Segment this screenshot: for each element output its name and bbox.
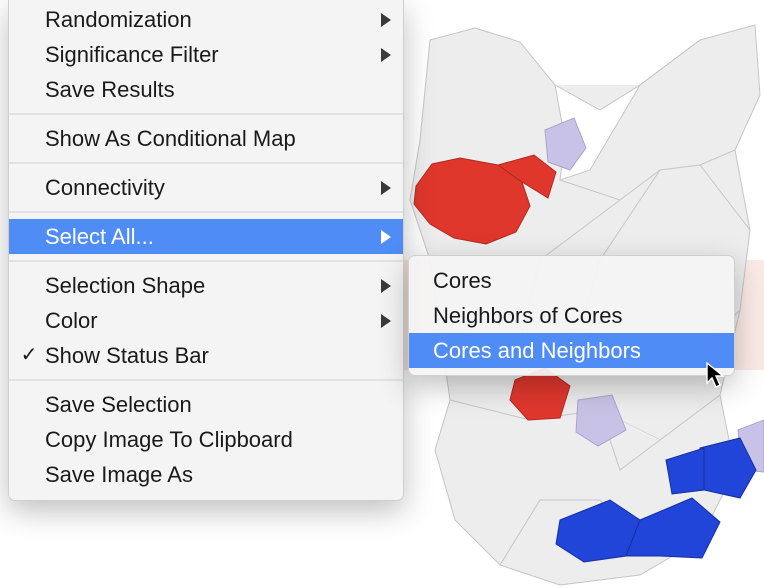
- menu-item-label: Cores: [433, 268, 492, 293]
- menu-item-significance-filter[interactable]: Significance Filter: [9, 37, 403, 72]
- menu-item-label: Copy Image To Clipboard: [45, 427, 293, 452]
- menu-item-label: Select All...: [45, 224, 154, 249]
- menu-separator: [9, 113, 403, 115]
- submenu-item-cores-and-neighbors[interactable]: Cores and Neighbors: [409, 333, 734, 368]
- menu-item-label: Show As Conditional Map: [45, 126, 296, 151]
- menu-item-label: Randomization: [45, 7, 192, 32]
- menu-separator: [9, 260, 403, 262]
- submenu-arrow-icon: [381, 181, 391, 195]
- submenu-item-cores[interactable]: Cores: [409, 263, 734, 298]
- select-all-submenu: Cores Neighbors of Cores Cores and Neigh…: [408, 255, 735, 376]
- check-icon: ✓: [19, 338, 39, 373]
- menu-item-label: Show Status Bar: [45, 343, 209, 368]
- menu-item-show-status-bar[interactable]: ✓ Show Status Bar: [9, 338, 403, 373]
- menu-item-randomization[interactable]: Randomization: [9, 2, 403, 37]
- submenu-arrow-icon: [381, 13, 391, 27]
- submenu-arrow-icon: [381, 48, 391, 62]
- menu-item-save-results[interactable]: Save Results: [9, 72, 403, 107]
- menu-item-label: Significance Filter: [45, 42, 219, 67]
- menu-item-show-conditional-map[interactable]: Show As Conditional Map: [9, 121, 403, 156]
- menu-separator: [9, 379, 403, 381]
- submenu-arrow-icon: [381, 314, 391, 328]
- menu-item-connectivity[interactable]: Connectivity: [9, 170, 403, 205]
- menu-item-save-image[interactable]: Save Image As: [9, 457, 403, 492]
- menu-item-color[interactable]: Color: [9, 303, 403, 338]
- menu-item-label: Selection Shape: [45, 273, 205, 298]
- submenu-item-neighbors-of-cores[interactable]: Neighbors of Cores: [409, 298, 734, 333]
- menu-item-selection-shape[interactable]: Selection Shape: [9, 268, 403, 303]
- context-menu: Randomization Significance Filter Save R…: [8, 0, 404, 501]
- menu-item-label: Save Image As: [45, 462, 193, 487]
- menu-separator: [9, 162, 403, 164]
- menu-item-save-selection[interactable]: Save Selection: [9, 387, 403, 422]
- menu-separator: [9, 211, 403, 213]
- menu-item-label: Color: [45, 308, 98, 333]
- menu-item-label: Save Results: [45, 77, 175, 102]
- menu-item-copy-image[interactable]: Copy Image To Clipboard: [9, 422, 403, 457]
- menu-item-label: Connectivity: [45, 175, 165, 200]
- menu-item-select-all[interactable]: Select All...: [9, 219, 403, 254]
- menu-item-label: Cores and Neighbors: [433, 338, 641, 363]
- submenu-arrow-icon: [381, 230, 391, 244]
- menu-item-label: Neighbors of Cores: [433, 303, 623, 328]
- menu-item-label: Save Selection: [45, 392, 192, 417]
- submenu-arrow-icon: [381, 279, 391, 293]
